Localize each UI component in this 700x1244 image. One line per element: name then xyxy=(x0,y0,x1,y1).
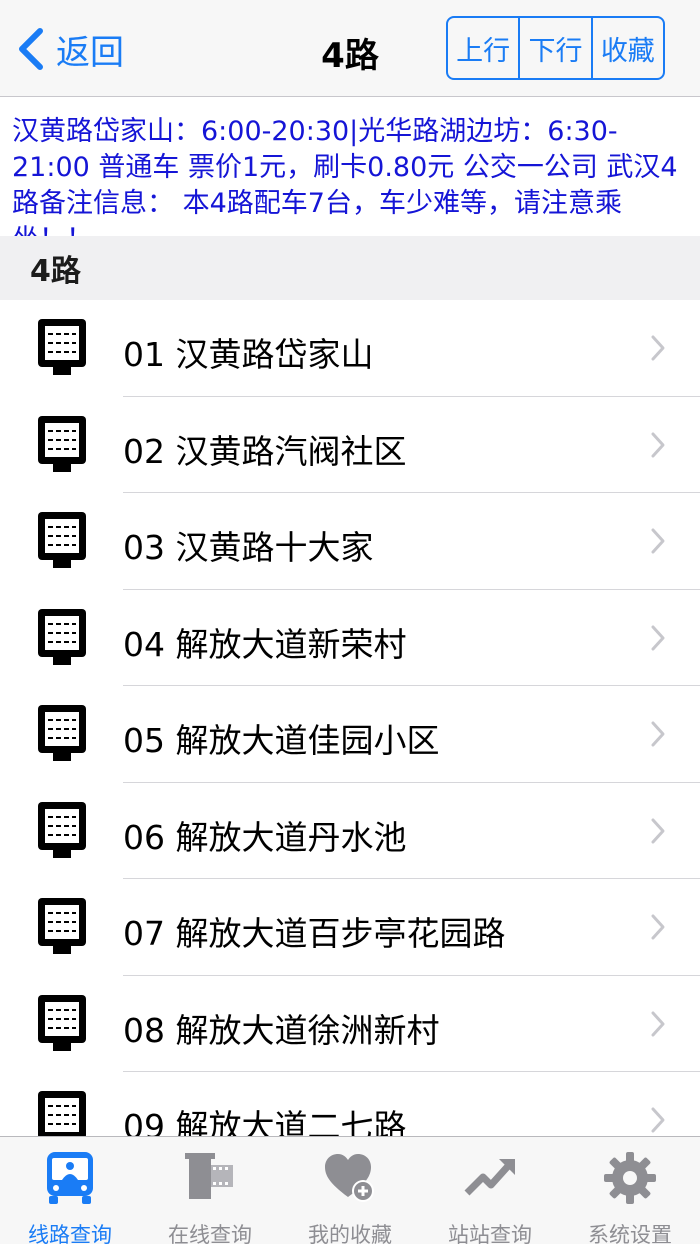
stop-name: 07 解放大道百步亭花园路 xyxy=(123,914,506,953)
tab-heart-plus[interactable]: 我的收藏 xyxy=(280,1137,420,1244)
tab-bus[interactable]: 线路查询 xyxy=(0,1137,140,1244)
gear-icon xyxy=(601,1149,659,1211)
tab-film[interactable]: 在线查询 xyxy=(140,1137,280,1244)
stop-row-3[interactable]: 03 汉黄路十大家 xyxy=(0,493,700,590)
bus-stop-sign-icon xyxy=(38,898,86,954)
chevron-right-icon xyxy=(651,914,665,940)
chevron-right-icon xyxy=(651,721,665,747)
heart-plus-icon xyxy=(321,1149,379,1211)
bus-stop-sign-icon xyxy=(38,415,86,472)
stop-row-6[interactable]: 06 解放大道丹水池 xyxy=(0,782,700,879)
stop-name: 02 汉黄路汽阀社区 xyxy=(123,431,407,471)
navigation-bar: 返回 4路 上行 下行 收藏 xyxy=(0,0,700,97)
stop-row-7[interactable]: 07 解放大道百步亭花园路 xyxy=(0,879,700,976)
app-root: 返回 4路 上行 下行 收藏 汉黄路岱家山：6:00-20:30|光华路湖边坊：… xyxy=(0,0,700,1244)
direction-segmented-control: 上行 下行 收藏 xyxy=(446,16,665,80)
tab-label: 线路查询 xyxy=(28,1223,112,1244)
bus-stop-sign-icon xyxy=(38,608,86,665)
tab-label: 站站查询 xyxy=(448,1223,532,1244)
chevron-right-icon xyxy=(651,528,665,554)
stop-name: 01 汉黄路岱家山 xyxy=(123,335,374,374)
stop-name: 08 解放大道徐洲新村 xyxy=(123,1010,440,1050)
chevron-right-icon xyxy=(651,432,665,457)
chevron-left-icon xyxy=(19,28,43,70)
chevron-right-icon xyxy=(651,1011,665,1036)
bus-stop-sign-icon xyxy=(38,319,86,375)
stop-row-4[interactable]: 04 解放大道新荣村 xyxy=(0,589,700,686)
stop-name: 06 解放大道丹水池 xyxy=(123,817,407,857)
page-title: 4路 xyxy=(321,36,379,76)
stop-name: 04 解放大道新荣村 xyxy=(123,624,407,664)
stop-name: 05 解放大道佳园小区 xyxy=(123,721,440,760)
bus-stop-sign-icon xyxy=(38,801,86,858)
film-icon xyxy=(181,1149,239,1211)
route-info-text[interactable]: 汉黄路岱家山：6:00-20:30|光华路湖边坊：6:30-21:00 普通车 … xyxy=(0,98,700,236)
tab-label: 在线查询 xyxy=(168,1223,252,1244)
stop-row-2[interactable]: 02 汉黄路汽阀社区 xyxy=(0,396,700,493)
up-direction-button[interactable]: 上行 xyxy=(448,18,518,78)
trend-arrow-icon xyxy=(461,1149,519,1211)
tab-gear[interactable]: 系统设置 xyxy=(560,1137,700,1244)
back-label: 返回 xyxy=(56,32,124,73)
back-button[interactable]: 返回 xyxy=(14,24,124,74)
section-header: 4路 xyxy=(0,236,700,300)
tab-label: 系统设置 xyxy=(588,1223,672,1244)
bus-stop-sign-icon xyxy=(38,994,86,1051)
stop-row-8[interactable]: 08 解放大道徐洲新村 xyxy=(0,975,700,1072)
stop-row-9[interactable]: 09 解放大道二七路 xyxy=(0,1072,700,1136)
stop-name: 09 解放大道二七路 xyxy=(123,1107,407,1136)
favorite-button[interactable]: 收藏 xyxy=(590,18,663,78)
chevron-right-icon xyxy=(651,625,665,650)
tab-trend-arrow[interactable]: 站站查询 xyxy=(420,1137,560,1244)
stop-name: 03 汉黄路十大家 xyxy=(123,528,374,567)
chevron-right-icon xyxy=(651,1107,665,1133)
chevron-right-icon xyxy=(651,335,665,361)
tab-bar: 线路查询 在线查询 我的收藏 站站查询 系统设置 xyxy=(0,1136,700,1244)
bus-stop-sign-icon xyxy=(38,512,86,568)
bus-stop-sign-icon xyxy=(38,705,86,761)
bus-icon xyxy=(41,1149,99,1211)
chevron-right-icon xyxy=(651,818,665,843)
stop-row-1[interactable]: 01 汉黄路岱家山 xyxy=(0,300,700,397)
down-direction-button[interactable]: 下行 xyxy=(518,18,590,78)
tab-label: 我的收藏 xyxy=(308,1223,392,1244)
stop-list[interactable]: 01 汉黄路岱家山 02 汉黄路汽阀社区 03 汉黄路十大家 04 解放大道新荣… xyxy=(0,300,700,1136)
bus-stop-sign-icon xyxy=(38,1091,86,1136)
stop-row-5[interactable]: 05 解放大道佳园小区 xyxy=(0,686,700,783)
